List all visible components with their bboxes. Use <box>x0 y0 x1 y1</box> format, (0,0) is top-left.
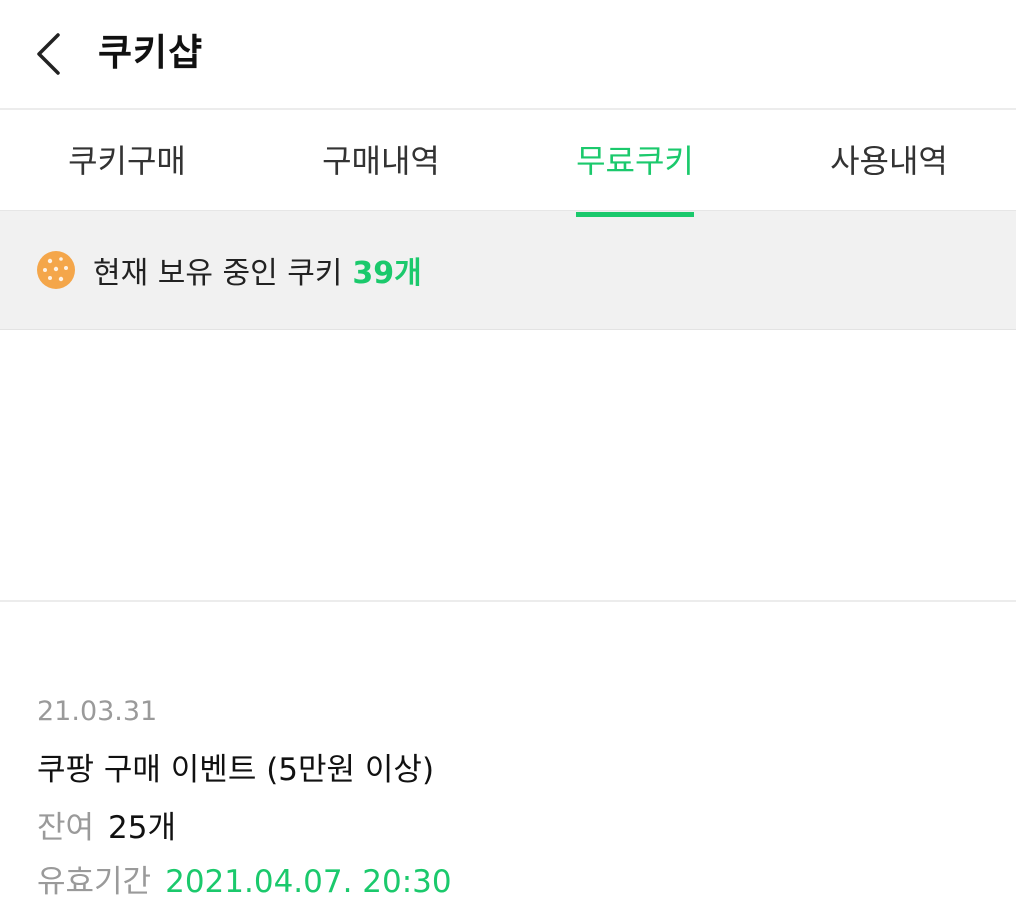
tab-label: 구매내역 <box>322 142 440 180</box>
tab-usage-history[interactable]: 사용내역 <box>762 110 1016 210</box>
balance-count: 39개 <box>352 256 422 291</box>
validity-label: 유효기간 <box>37 864 152 900</box>
tab-buy-cookies[interactable]: 쿠키구매 <box>0 110 254 210</box>
page-title: 쿠키샵 <box>98 31 204 74</box>
validity-value: 2021.04.07. 20:30 <box>165 864 452 900</box>
entry-remaining: 잔여 25개 <box>37 802 176 847</box>
entry-validity: 유효기간 2021.04.07. 20:30 <box>37 856 452 901</box>
tab-purchase-history[interactable]: 구매내역 <box>254 110 508 210</box>
balance-label: 현재 보유 중인 쿠키 <box>93 256 343 291</box>
list-item[interactable]: 21.03.31 쿠팡 구매 이벤트 (5만원 이상) 잔여 25개 유효기간 … <box>0 330 1016 900</box>
tab-bar: 쿠키구매 구매내역 무료쿠키 사용내역 <box>0 110 1016 217</box>
tab-free-cookies[interactable]: 무료쿠키 <box>508 110 762 217</box>
remaining-label: 잔여 <box>37 810 95 846</box>
chevron-left-icon <box>37 33 60 75</box>
back-button[interactable] <box>22 26 74 82</box>
cookie-balance-banner: 현재 보유 중인 쿠키 39개 <box>0 211 1016 330</box>
entry-date: 21.03.31 <box>37 696 158 727</box>
remaining-value: 25개 <box>108 810 177 846</box>
app-header: 쿠키샵 <box>0 0 1016 110</box>
cookie-icon <box>37 251 75 289</box>
tab-label: 무료쿠키 <box>576 136 694 217</box>
tab-label: 사용내역 <box>830 142 948 180</box>
entry-title: 쿠팡 구매 이벤트 (5만원 이상) <box>37 752 435 788</box>
tab-label: 쿠키구매 <box>68 142 186 180</box>
